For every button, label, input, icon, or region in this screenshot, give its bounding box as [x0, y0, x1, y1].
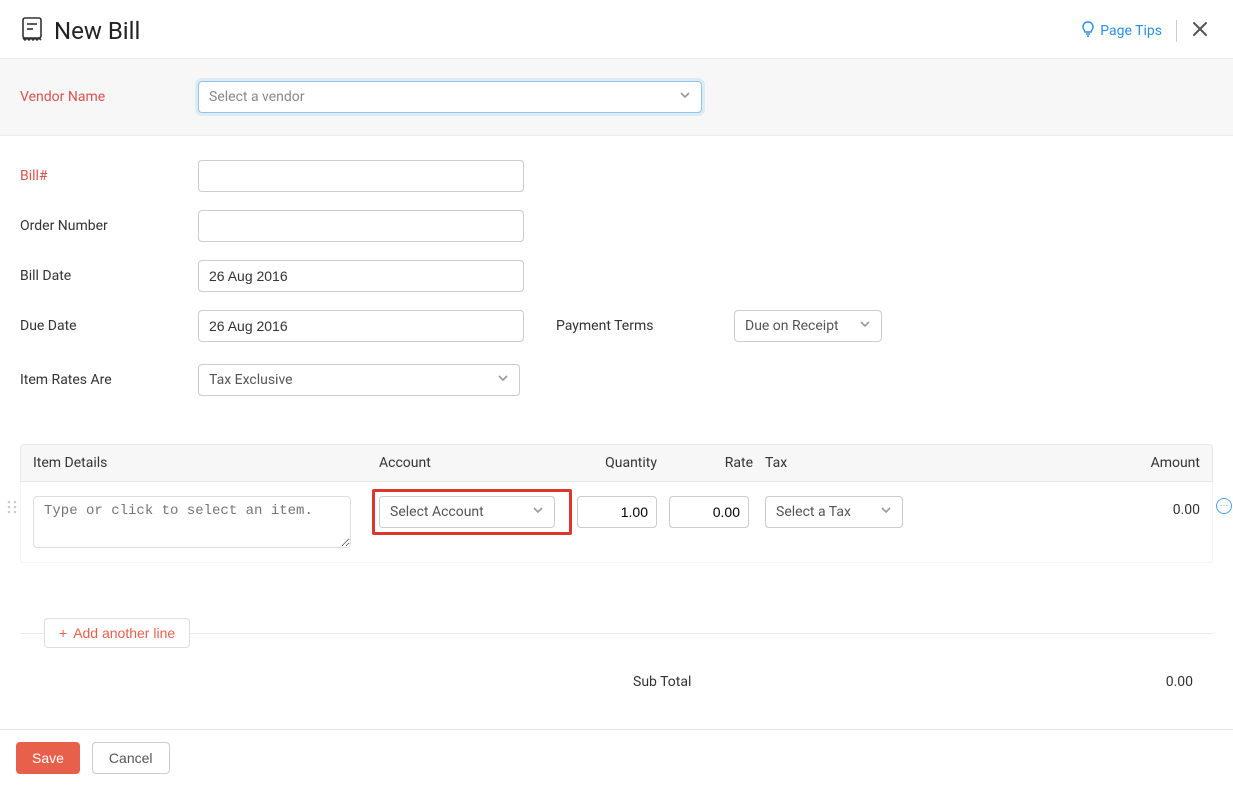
col-quantity: Quantity — [577, 455, 669, 471]
payment-terms-value: Due on Receipt — [745, 318, 839, 334]
row-more-button[interactable]: ⋯ — [1216, 498, 1232, 514]
tax-placeholder: Select a Tax — [776, 504, 851, 520]
item-rates-label: Item Rates Are — [20, 372, 198, 388]
bill-no-input[interactable] — [198, 160, 524, 192]
chevron-down-icon — [679, 89, 691, 105]
page-header: New Bill Page Tips — [0, 0, 1233, 59]
vendor-select-placeholder: Select a vendor — [209, 89, 305, 105]
rate-input[interactable] — [669, 496, 749, 528]
bill-icon — [20, 16, 44, 46]
table-row: Select Account Select a Tax 0.00 — [20, 482, 1213, 563]
order-no-label: Order Number — [20, 218, 198, 234]
amount-value: 0.00 — [915, 496, 1200, 518]
chevron-down-icon — [880, 504, 892, 520]
save-button[interactable]: Save — [16, 742, 80, 774]
title-group: New Bill — [20, 16, 140, 46]
col-rate: Rate — [669, 455, 765, 471]
bill-date-input[interactable] — [198, 260, 524, 292]
vendor-select[interactable]: Select a vendor — [198, 81, 702, 113]
plus-icon: + — [59, 625, 67, 641]
add-line-button[interactable]: + Add another line — [44, 618, 190, 648]
items-table: Item Details Account Quantity Rate Tax A… — [20, 444, 1213, 563]
vendor-section: Vendor Name Select a vendor — [0, 59, 1233, 136]
divider — [1176, 20, 1177, 42]
col-tax: Tax — [765, 455, 913, 471]
chevron-down-icon — [532, 504, 544, 520]
col-account: Account — [379, 455, 577, 471]
bill-no-label: Bill# — [20, 168, 198, 184]
order-no-input[interactable] — [198, 210, 524, 242]
col-amount: Amount — [913, 455, 1200, 471]
account-select[interactable]: Select Account — [379, 496, 555, 528]
add-line-label: Add another line — [73, 625, 175, 641]
cancel-button[interactable]: Cancel — [92, 742, 170, 774]
payment-terms-label: Payment Terms — [556, 318, 734, 334]
payment-terms-select[interactable]: Due on Receipt — [734, 310, 882, 342]
account-highlight: Select Account — [372, 489, 572, 535]
due-date-label: Due Date — [20, 318, 198, 334]
subtotal-label: Sub Total — [633, 674, 691, 690]
bill-date-label: Bill Date — [20, 268, 198, 284]
footer-bar: Save Cancel — [0, 729, 1233, 786]
item-details-input[interactable] — [33, 496, 351, 548]
header-actions: Page Tips — [1081, 20, 1209, 42]
row-actions: ⋯ ✕ — [1216, 498, 1233, 514]
item-rates-value: Tax Exclusive — [209, 372, 293, 388]
form-area: Bill# Order Number Bill Date Due Date Pa… — [0, 136, 1233, 424]
due-date-input[interactable] — [198, 310, 524, 342]
vendor-name-label: Vendor Name — [20, 89, 198, 105]
subtotal-value: 0.00 — [1166, 674, 1193, 690]
tax-select[interactable]: Select a Tax — [765, 496, 903, 528]
account-placeholder: Select Account — [390, 504, 484, 520]
page-tips-label: Page Tips — [1100, 23, 1162, 39]
add-line-row: + Add another line — [20, 633, 1213, 634]
page-tips-link[interactable]: Page Tips — [1081, 21, 1162, 41]
chevron-down-icon — [859, 318, 871, 334]
close-button[interactable] — [1191, 20, 1209, 42]
quantity-input[interactable] — [577, 496, 657, 528]
drag-handle-icon[interactable] — [7, 500, 17, 518]
item-rates-select[interactable]: Tax Exclusive — [198, 364, 520, 396]
col-item: Item Details — [33, 455, 379, 471]
table-header: Item Details Account Quantity Rate Tax A… — [20, 444, 1213, 482]
chevron-down-icon — [497, 372, 509, 388]
page-title: New Bill — [54, 17, 140, 45]
lightbulb-icon — [1081, 21, 1095, 41]
